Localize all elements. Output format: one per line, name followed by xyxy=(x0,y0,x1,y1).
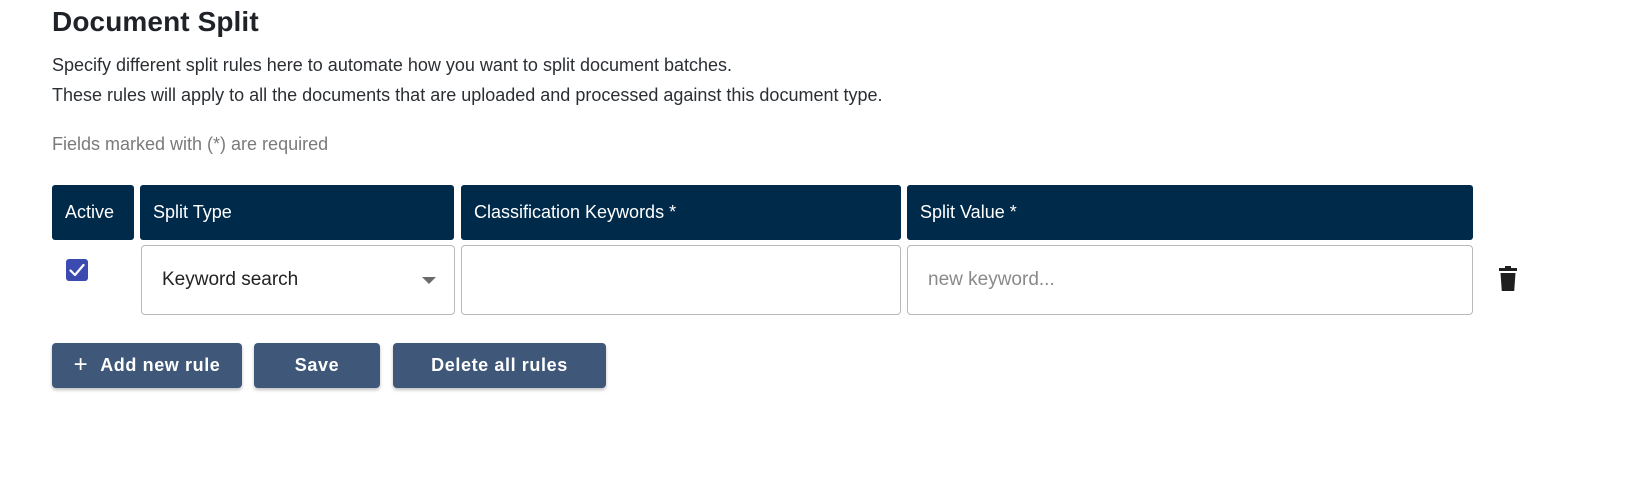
document-split-page: Document Split Specify different split r… xyxy=(0,0,1626,497)
page-title: Document Split xyxy=(52,6,259,37)
checkmark-icon xyxy=(69,263,85,277)
description-line-2: These rules will apply to all the docume… xyxy=(52,85,883,105)
required-fields-note: Fields marked with (*) are required xyxy=(52,134,329,154)
delete-all-rules-button[interactable]: Delete all rules xyxy=(393,343,606,388)
column-header-classification-keywords: Classification Keywords * xyxy=(461,185,901,240)
delete-all-rules-label: Delete all rules xyxy=(431,355,568,375)
description-line-1: Specify different split rules here to au… xyxy=(52,55,733,75)
split-value-input[interactable] xyxy=(907,245,1473,315)
column-header-split-type: Split Type xyxy=(140,185,454,240)
save-label: Save xyxy=(294,355,340,375)
column-header-active: Active xyxy=(52,185,134,240)
save-button[interactable]: Save xyxy=(254,343,380,388)
split-type-select[interactable]: Keyword search xyxy=(141,245,455,315)
column-header-split-value: Split Value * xyxy=(907,185,1473,240)
add-new-rule-label: Add new rule xyxy=(100,355,221,375)
caret-down-icon xyxy=(422,277,436,284)
split-type-selected-value: Keyword search xyxy=(162,269,299,290)
plus-icon: + xyxy=(73,350,89,378)
active-checkbox[interactable] xyxy=(66,259,88,281)
trash-icon[interactable] xyxy=(1498,266,1518,292)
classification-keywords-input[interactable] xyxy=(461,245,901,315)
add-new-rule-button[interactable]: + Add new rule xyxy=(52,343,242,388)
